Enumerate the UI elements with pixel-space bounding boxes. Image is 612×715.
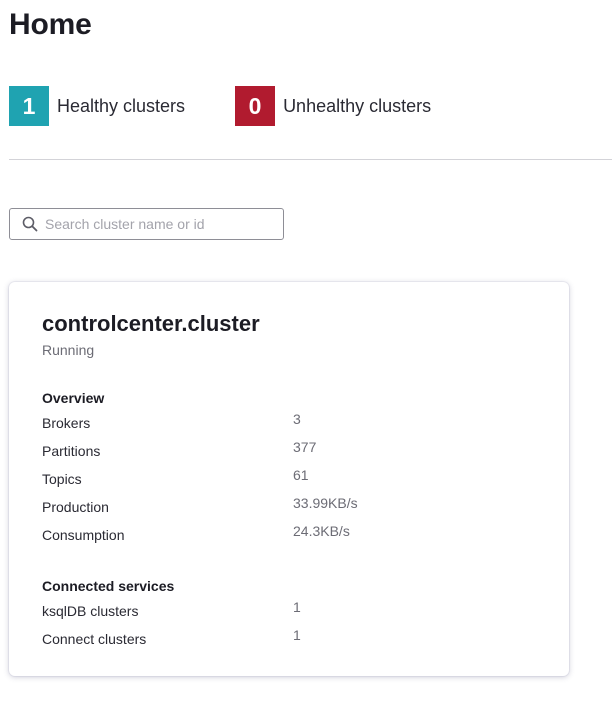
services-row-ksqldb: ksqlDB clusters 1 [42,599,542,623]
home-page: Home 1 Healthy clusters 0 Unhealthy clus… [0,0,612,715]
row-label: Partitions [42,443,101,459]
row-value: 1 [293,627,301,643]
cluster-health-summary: 1 Healthy clusters 0 Unhealthy clusters [9,86,431,126]
row-value: 61 [293,467,309,483]
unhealthy-count-badge: 0 [235,86,276,126]
row-label: Topics [42,471,82,487]
overview-row-topics: Topics 61 [42,467,542,491]
overview-row-brokers: Brokers 3 [42,411,542,435]
row-value: 377 [293,439,317,455]
cluster-card[interactable]: controlcenter.cluster Running Overview B… [9,282,569,676]
overview-row-production: Production 33.99KB/s [42,495,542,519]
search-icon [21,215,39,233]
row-label: Production [42,499,109,515]
healthy-clusters-label: Healthy clusters [57,95,186,116]
connected-services-heading: Connected services [42,578,175,594]
cluster-status: Running [42,342,95,358]
row-label: Consumption [42,527,125,543]
row-label: Connect clusters [42,631,147,647]
unhealthy-clusters-stat[interactable]: 0 Unhealthy clusters [235,86,431,126]
search-input[interactable] [45,216,275,232]
overview-row-consumption: Consumption 24.3KB/s [42,523,542,547]
row-value: 3 [293,411,301,427]
page-title: Home [9,8,92,41]
row-label: Brokers [42,415,91,431]
healthy-count-badge: 1 [9,86,49,126]
row-value: 33.99KB/s [293,495,358,511]
row-value: 24.3KB/s [293,523,350,539]
overview-heading: Overview [42,390,105,406]
cluster-search-box[interactable] [9,208,284,240]
divider [9,159,612,160]
row-value: 1 [293,599,301,615]
cluster-name[interactable]: controlcenter.cluster [42,311,260,337]
overview-row-partitions: Partitions 377 [42,439,542,463]
unhealthy-clusters-label: Unhealthy clusters [283,95,432,116]
services-row-connect: Connect clusters 1 [42,627,542,651]
healthy-clusters-stat[interactable]: 1 Healthy clusters [9,86,185,126]
row-label: ksqlDB clusters [42,603,139,619]
